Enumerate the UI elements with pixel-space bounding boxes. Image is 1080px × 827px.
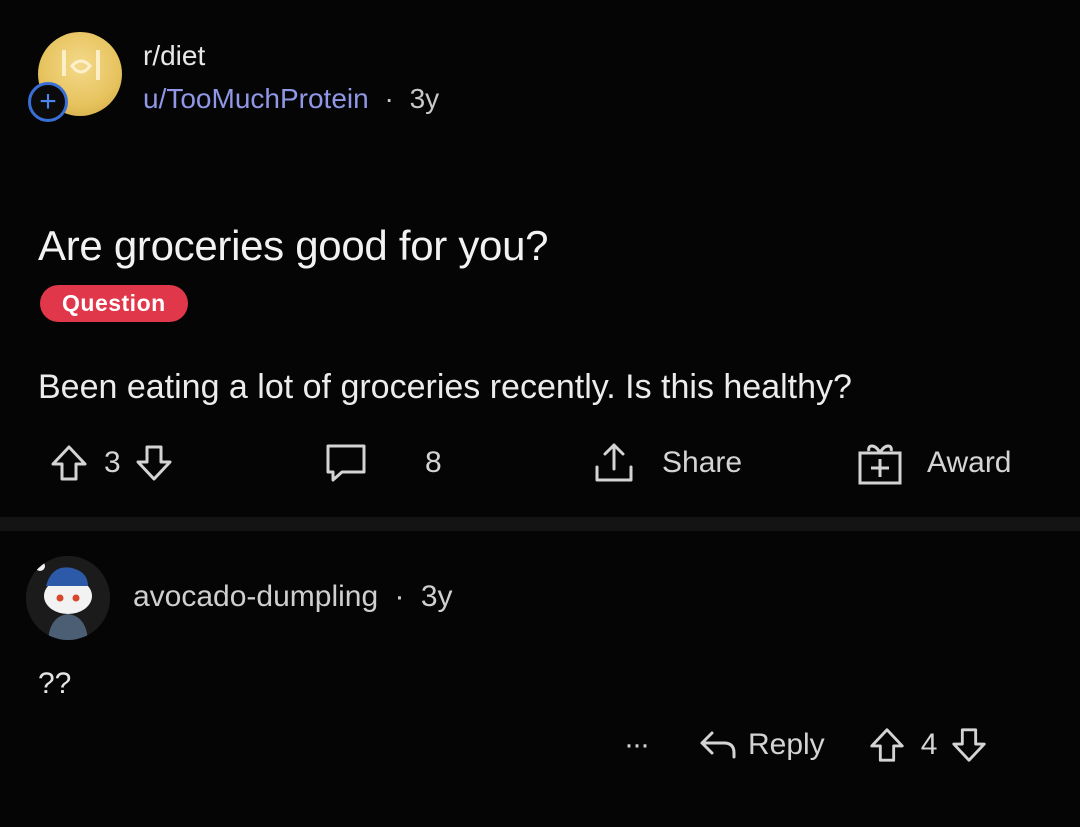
- comment-upvote-icon[interactable]: [867, 725, 907, 765]
- post-body: Been eating a lot of groceries recently.…: [38, 368, 852, 406]
- post-meta: u/TooMuchProtein · 3y: [143, 83, 439, 115]
- join-plus-icon[interactable]: +: [28, 82, 68, 122]
- subreddit-name[interactable]: r/diet: [143, 40, 205, 72]
- post-vote-group: 3: [48, 440, 175, 486]
- comment-icon: [322, 440, 370, 486]
- post-age: 3y: [409, 83, 440, 114]
- reply-label: Reply: [747, 728, 825, 761]
- post-author[interactable]: u/TooMuchProtein: [143, 83, 369, 114]
- post-flair[interactable]: Question: [40, 285, 188, 322]
- more-icon[interactable]: ···: [624, 728, 650, 762]
- comment-downvote-icon[interactable]: [949, 725, 989, 765]
- meta-separator: ·: [384, 83, 394, 114]
- snoo-avatar-icon: [26, 556, 110, 640]
- comment-meta-separator: ·: [394, 580, 405, 613]
- share-icon: [590, 439, 638, 487]
- comment-vote-count: 4: [920, 728, 938, 761]
- comment-actions: ··· Reply 4: [624, 722, 989, 768]
- share-button[interactable]: Share: [590, 440, 742, 486]
- award-button[interactable]: Award: [855, 440, 1012, 486]
- comment-author[interactable]: avocado-dumpling: [133, 580, 378, 613]
- award-label: Award: [927, 446, 1012, 479]
- share-label: Share: [662, 446, 743, 479]
- comment-body: ??: [38, 667, 72, 700]
- reply-button[interactable]: Reply: [698, 727, 825, 763]
- downvote-icon[interactable]: [133, 442, 175, 484]
- post-vote-count: 3: [104, 446, 121, 479]
- section-divider: [0, 517, 1080, 531]
- comment-age: 3y: [420, 580, 453, 613]
- post-title[interactable]: Are groceries good for you?: [38, 222, 549, 270]
- reply-icon: [698, 727, 738, 763]
- comments-button[interactable]: 8: [322, 440, 442, 486]
- award-icon: [855, 439, 905, 487]
- comment-count: 8: [425, 446, 442, 479]
- upvote-icon[interactable]: [48, 442, 90, 484]
- comment-meta: avocado-dumpling · 3y: [133, 580, 453, 614]
- comment-avatar[interactable]: [26, 556, 110, 640]
